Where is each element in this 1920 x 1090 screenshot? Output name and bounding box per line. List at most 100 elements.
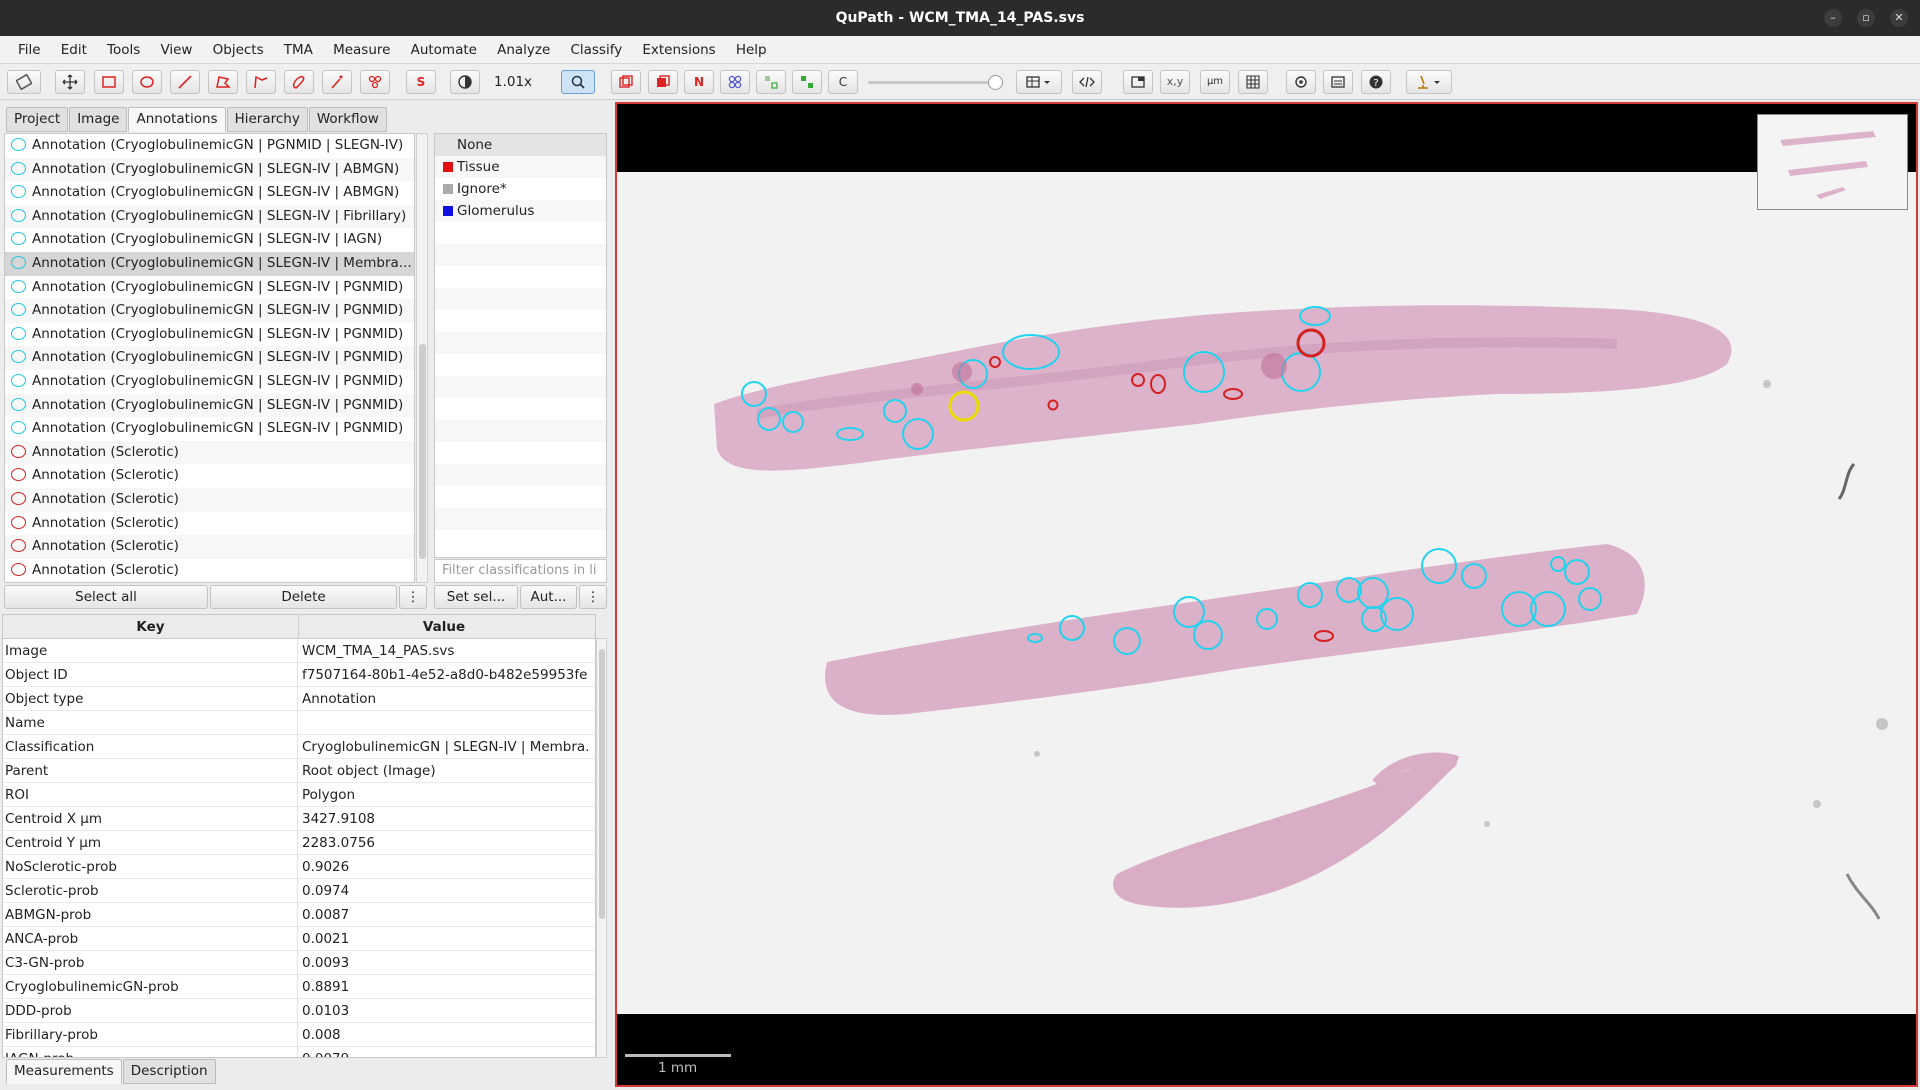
show-names-button[interactable]: N: [684, 70, 714, 94]
key-column-header[interactable]: Key: [3, 615, 299, 639]
annotation-row[interactable]: Annotation (Sclerotic): [5, 559, 414, 582]
slide-image[interactable]: [617, 104, 1918, 1087]
class-filter-input[interactable]: Filter classifications in li: [434, 559, 607, 583]
points-tool-icon[interactable]: [360, 70, 390, 94]
tab-description[interactable]: Description: [122, 1059, 216, 1084]
class-ignore[interactable]: Ignore*: [435, 178, 606, 200]
value-column-header[interactable]: Value: [299, 615, 589, 639]
measurement-table-scrollbar[interactable]: [596, 638, 607, 1058]
annotation-row[interactable]: Annotation (CryoglobulinemicGN | SLEGN-I…: [5, 157, 414, 182]
opacity-slider-thumb[interactable]: [988, 75, 1003, 90]
annotation-row[interactable]: Annotation (CryoglobulinemicGN | SLEGN-I…: [5, 204, 414, 229]
scrollbar-thumb[interactable]: [599, 649, 605, 919]
line-tool-icon[interactable]: [170, 70, 200, 94]
table-row[interactable]: Image WCM_TMA_14_PAS.svs: [3, 639, 595, 663]
class-none[interactable]: None: [435, 134, 606, 156]
fill-detections-icon[interactable]: [792, 70, 822, 94]
annotation-list-scrollbar[interactable]: [416, 133, 428, 583]
close-icon[interactable]: ✕: [1890, 9, 1908, 27]
annotation-row[interactable]: Annotation (CryoglobulinemicGN | SLEGN-I…: [5, 228, 414, 252]
location-button[interactable]: x,y: [1160, 70, 1190, 94]
annotation-row[interactable]: Annotation (CryoglobulinemicGN | SLEGN-I…: [5, 417, 414, 441]
preferences-icon[interactable]: [1286, 70, 1316, 94]
menu-help[interactable]: Help: [728, 36, 775, 64]
table-row[interactable]: Parent Root object (Image): [3, 759, 595, 783]
rectangle-tool-icon[interactable]: [94, 70, 124, 94]
tab-annotations[interactable]: Annotations: [128, 107, 226, 132]
table-row[interactable]: Object type Annotation: [3, 687, 595, 711]
annotation-more-button[interactable]: ⋮: [399, 585, 427, 609]
log-icon[interactable]: [1323, 70, 1353, 94]
annotation-row[interactable]: Annotation (Sclerotic): [5, 535, 414, 559]
tab-hierarchy[interactable]: Hierarchy: [226, 107, 308, 132]
measurement-table-icon[interactable]: [1016, 70, 1062, 94]
overview-icon[interactable]: [1123, 70, 1153, 94]
set-selected-button[interactable]: Set sel...: [434, 585, 518, 609]
annotation-row[interactable]: Annotation (CryoglobulinemicGN | SLEGN-I…: [5, 346, 414, 370]
scalebar-button[interactable]: μm: [1200, 70, 1230, 94]
menu-objects[interactable]: Objects: [205, 36, 272, 64]
script-editor-icon[interactable]: [1072, 70, 1102, 94]
table-row[interactable]: Centroid Y µm 2283.0756: [3, 831, 595, 855]
table-row[interactable]: NoSclerotic-prob 0.9026: [3, 855, 595, 879]
table-row[interactable]: Centroid X µm 3427.9108: [3, 807, 595, 831]
auto-set-button[interactable]: Aut...: [520, 585, 577, 609]
menu-extensions[interactable]: Extensions: [634, 36, 723, 64]
annotation-row[interactable]: Annotation (CryoglobulinemicGN | SLEGN-I…: [5, 276, 414, 300]
table-row[interactable]: CryoglobulinemicGN-prob 0.8891: [3, 975, 595, 999]
toggle-panel-button[interactable]: [7, 70, 41, 94]
fill-annotations-icon[interactable]: [648, 70, 678, 94]
menu-tools[interactable]: Tools: [99, 36, 148, 64]
tab-measurements[interactable]: Measurements: [6, 1059, 122, 1084]
select-all-button[interactable]: Select all: [4, 585, 208, 609]
table-row[interactable]: ROI Polygon: [3, 783, 595, 807]
menu-automate[interactable]: Automate: [403, 36, 485, 64]
table-row[interactable]: Sclerotic-prob 0.0974: [3, 879, 595, 903]
annotation-row[interactable]: Annotation (CryoglobulinemicGN | SLEGN-I…: [5, 393, 414, 418]
classification-list[interactable]: None Tissue Ignore* Glomerulus: [434, 133, 607, 558]
microscope-icon[interactable]: [1406, 70, 1452, 94]
annotation-row[interactable]: Annotation (CryoglobulinemicGN | SLEGN-I…: [5, 251, 414, 276]
polygon-tool-icon[interactable]: [208, 70, 238, 94]
move-tool-icon[interactable]: [55, 70, 85, 94]
annotation-row[interactable]: Annotation (Sclerotic): [5, 440, 414, 465]
ellipse-tool-icon[interactable]: [132, 70, 162, 94]
minimize-icon[interactable]: –: [1824, 9, 1842, 27]
annotation-row[interactable]: Annotation (Sclerotic): [5, 487, 414, 512]
delete-button[interactable]: Delete: [210, 585, 397, 609]
annotation-row[interactable]: Annotation (CryoglobulinemicGN | SLEGN-I…: [5, 181, 414, 205]
annotation-row[interactable]: Annotation (CryoglobulinemicGN | PGNMID …: [5, 134, 414, 158]
menu-edit[interactable]: Edit: [53, 36, 95, 64]
table-row[interactable]: ANCA-prob 0.0021: [3, 927, 595, 951]
annotation-row[interactable]: Annotation (CryoglobulinemicGN | SLEGN-I…: [5, 370, 414, 394]
zoom-to-fit-icon[interactable]: [561, 70, 595, 94]
menu-measure[interactable]: Measure: [325, 36, 398, 64]
selection-mode-button[interactable]: S: [406, 70, 436, 94]
annotation-row[interactable]: Annotation (Sclerotic): [5, 512, 414, 536]
tab-project[interactable]: Project: [6, 107, 69, 132]
class-glomerulus[interactable]: Glomerulus: [435, 200, 606, 222]
menu-file[interactable]: File: [10, 36, 49, 64]
table-row[interactable]: C3-GN-prob 0.0093: [3, 951, 595, 975]
maximize-icon[interactable]: ▫: [1857, 9, 1875, 27]
class-tissue[interactable]: Tissue: [435, 156, 606, 178]
brightness-contrast-icon[interactable]: [450, 70, 480, 94]
scrollbar-thumb[interactable]: [419, 344, 426, 559]
show-connections-button[interactable]: C: [828, 70, 858, 94]
tab-workflow[interactable]: Workflow: [308, 107, 387, 132]
annotation-row[interactable]: Annotation (Sclerotic): [5, 464, 414, 488]
menu-tma[interactable]: TMA: [276, 36, 321, 64]
table-row[interactable]: Name: [3, 711, 595, 735]
class-more-button[interactable]: ⋮: [579, 585, 607, 609]
annotation-list[interactable]: Annotation (CryoglobulinemicGN | PGNMID …: [4, 133, 415, 583]
menu-analyze[interactable]: Analyze: [489, 36, 558, 64]
show-tma-grid-icon[interactable]: [720, 70, 750, 94]
polyline-tool-icon[interactable]: [246, 70, 276, 94]
help-icon[interactable]: ?: [1361, 70, 1391, 94]
menu-view[interactable]: View: [152, 36, 200, 64]
wand-tool-icon[interactable]: [322, 70, 352, 94]
annotation-row[interactable]: Annotation (CryoglobulinemicGN | SLEGN-I…: [5, 299, 414, 323]
opacity-slider-track[interactable]: [868, 81, 998, 84]
brush-tool-icon[interactable]: [284, 70, 314, 94]
show-annotations-icon[interactable]: [611, 70, 641, 94]
